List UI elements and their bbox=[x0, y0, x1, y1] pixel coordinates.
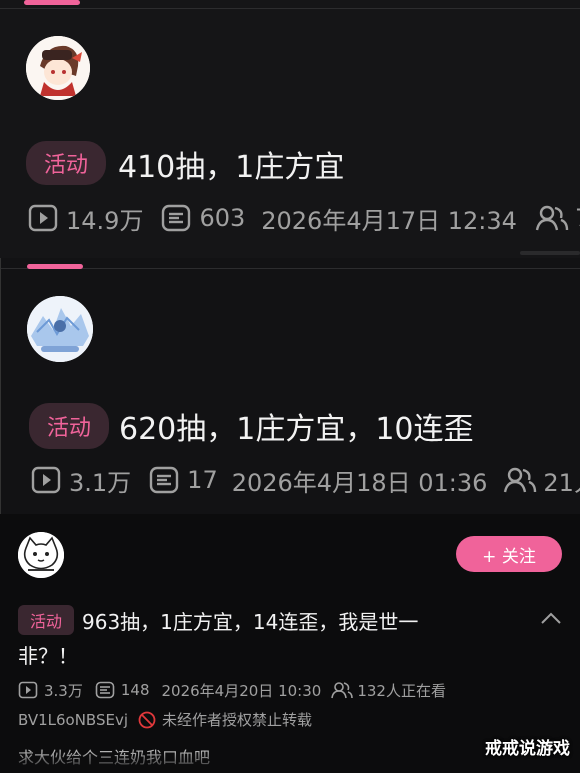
watching-count: 70 bbox=[575, 204, 580, 232]
danmaku-icon bbox=[161, 204, 191, 232]
tab-indicator bbox=[24, 0, 80, 5]
publish-time: 2026年4月17日 12:34 bbox=[261, 206, 517, 235]
publish-time: 2026年4月18日 01:36 bbox=[231, 468, 488, 497]
viewers-icon bbox=[331, 681, 354, 699]
post-title[interactable]: 620抽，1庄方宜，10连歪 bbox=[119, 404, 474, 448]
post-id-row: BV1L6oNBSEvj 未经作者授权禁止转载 bbox=[18, 709, 312, 730]
divider bbox=[0, 8, 580, 9]
publish-time: 2026年4月20日 10:30 bbox=[161, 681, 322, 700]
post-title[interactable]: 410抽，1庄方宜 bbox=[118, 142, 344, 186]
scroll-indicator bbox=[520, 251, 580, 255]
watching-count: 21人 bbox=[543, 468, 580, 497]
post-title-line1[interactable]: 963抽，1庄方宜，14连歪，我是世一 bbox=[82, 606, 418, 635]
divider bbox=[1, 268, 580, 269]
danmaku-icon bbox=[95, 681, 115, 699]
view-count: 3.1万 bbox=[69, 468, 132, 497]
play-icon bbox=[28, 204, 58, 232]
comment-count: 17 bbox=[187, 466, 218, 494]
post-panel-1: 活动 410抽，1庄方宜 14.9万 603 2026年4月17日 12:34 … bbox=[0, 0, 580, 258]
post-panel-2: 活动 620抽，1庄方宜，10连歪 3.1万 17 2026年4月18日 01:… bbox=[0, 258, 580, 514]
follow-button[interactable]: + 关注 bbox=[456, 536, 562, 572]
post-meta: 3.1万 17 2026年4月18日 01:36 21人 bbox=[31, 462, 580, 498]
forbidden-icon bbox=[138, 711, 156, 729]
tab-indicator bbox=[27, 264, 83, 269]
comment-count: 148 bbox=[120, 681, 150, 699]
post-panel-3: + 关注 活动 963抽，1庄方宜，14连歪，我是世一 非？！ 3.3万 148… bbox=[0, 514, 580, 773]
comment-count: 603 bbox=[199, 204, 246, 232]
view-count: 3.3万 bbox=[44, 681, 83, 700]
activity-tag[interactable]: 活动 bbox=[29, 403, 109, 449]
activity-tag[interactable]: 活动 bbox=[18, 605, 74, 635]
play-icon bbox=[31, 466, 61, 494]
play-icon bbox=[18, 681, 38, 699]
watermark: 戒戒说游戏 bbox=[485, 739, 570, 759]
viewers-icon bbox=[535, 204, 569, 232]
post-meta: 14.9万 603 2026年4月17日 12:34 70 bbox=[28, 200, 580, 236]
bvid: BV1L6oNBSEvj bbox=[18, 710, 129, 729]
uploader-avatar[interactable] bbox=[27, 296, 93, 362]
danmaku-icon bbox=[149, 466, 179, 494]
watching-count: 132人正在看 bbox=[357, 681, 446, 700]
activity-tag[interactable]: 活动 bbox=[26, 141, 106, 185]
post-title-line2[interactable]: 非？！ bbox=[18, 640, 78, 669]
uploader-avatar[interactable] bbox=[26, 36, 90, 100]
repost-notice: 未经作者授权禁止转载 bbox=[162, 711, 313, 729]
uploader-avatar[interactable] bbox=[18, 532, 64, 578]
chevron-up-icon[interactable] bbox=[540, 610, 562, 629]
viewers-icon bbox=[503, 466, 537, 494]
post-meta: 3.3万 148 2026年4月20日 10:30 132人正在看 bbox=[18, 678, 446, 702]
view-count: 14.9万 bbox=[66, 206, 144, 235]
